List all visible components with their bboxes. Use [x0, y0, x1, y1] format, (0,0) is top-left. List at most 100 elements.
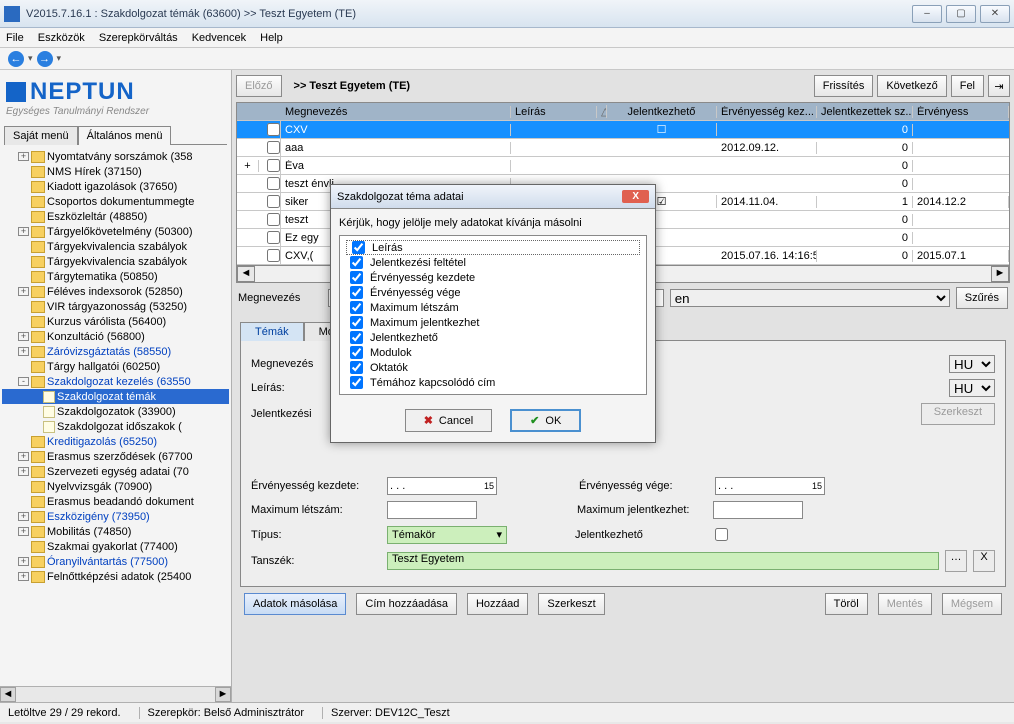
tree-item[interactable]: +Felnőttképzési adatok (25400 [2, 569, 229, 584]
menu-favorites[interactable]: Kedvencek [192, 32, 246, 44]
tree-item[interactable]: +Tárgyelőkövetelmény (50300) [2, 224, 229, 239]
tree-item[interactable]: Csoportos dokumentummegte [2, 194, 229, 209]
cancel-button[interactable]: Mégsem [942, 593, 1002, 615]
checklist-item[interactable]: Modulok [346, 345, 640, 360]
tree-item[interactable]: +Szervezeti egység adatai (70 [2, 464, 229, 479]
valid-to-input[interactable]: . . .15 [715, 477, 825, 495]
expander-icon[interactable] [18, 362, 29, 371]
tree-item[interactable]: Kiadott igazolások (37650) [2, 179, 229, 194]
checklist-checkbox[interactable] [350, 361, 363, 374]
tab-general-menu[interactable]: Általános menü [78, 126, 172, 145]
expander-icon[interactable] [18, 497, 29, 506]
checklist-item[interactable]: Témához kapcsolódó cím [346, 375, 640, 390]
maximize-button[interactable]: ▢ [946, 5, 976, 23]
tree-item[interactable]: +Nyomtatvány sorszámok (358 [2, 149, 229, 164]
add-button[interactable]: Hozzáad [467, 593, 528, 615]
pin-button[interactable]: ⇥ [988, 75, 1010, 97]
expander-icon[interactable]: + [18, 227, 29, 236]
next-button[interactable]: Következő [877, 75, 946, 97]
row-checkbox[interactable] [259, 138, 281, 157]
expander-icon[interactable]: + [18, 332, 29, 341]
tree-item[interactable]: VIR tárgyazonosság (53250) [2, 299, 229, 314]
checklist-item[interactable]: Oktatók [346, 360, 640, 375]
expander-icon[interactable] [30, 392, 41, 401]
refresh-button[interactable]: Frissítés [814, 75, 874, 97]
tree-item[interactable]: -Szakdolgozat kezelés (63550 [2, 374, 229, 389]
col-name[interactable]: Megnevezés [281, 106, 511, 118]
calendar-icon[interactable]: 15 [484, 481, 494, 491]
up-button[interactable]: Fel [951, 75, 984, 97]
checklist-checkbox[interactable] [350, 346, 363, 359]
nav-back-button[interactable]: ← [6, 50, 26, 68]
tree-item[interactable]: +Óranyilvántartás (77500) [2, 554, 229, 569]
tree-item[interactable]: Tárgyekvivalencia szabályok [2, 239, 229, 254]
expander-icon[interactable] [18, 542, 29, 551]
checklist-item[interactable]: Jelentkezhető [346, 330, 640, 345]
checklist-checkbox[interactable] [350, 376, 363, 389]
menu-file[interactable]: File [6, 32, 24, 44]
checklist-checkbox[interactable] [350, 331, 363, 344]
form-edit-button[interactable]: Szerkeszt [921, 403, 995, 425]
nav-forward-button[interactable]: → [35, 50, 55, 68]
tree-item[interactable]: +Erasmus szerződések (67700 [2, 449, 229, 464]
expander-icon[interactable] [30, 407, 41, 416]
dept-clear-button[interactable]: X [973, 550, 995, 572]
tree-item[interactable]: Szakdolgozatok (33900) [2, 404, 229, 419]
col-valid-from[interactable]: Érvényesség kez... [717, 106, 817, 118]
tree-hscroll[interactable]: ◄ ► [0, 686, 231, 702]
checklist-item[interactable]: Érvényesség kezdete [346, 270, 640, 285]
expander-icon[interactable] [18, 302, 29, 311]
checklist-checkbox[interactable] [350, 286, 363, 299]
checklist-item[interactable]: Leírás [346, 240, 640, 255]
dept-browse-button[interactable]: … [945, 550, 967, 572]
expander-icon[interactable] [30, 422, 41, 431]
tree-item[interactable]: +Féléves indexsorok (52850) [2, 284, 229, 299]
row-checkbox[interactable] [259, 228, 281, 247]
tree-item[interactable]: Szakmai gyakorlat (77400) [2, 539, 229, 554]
checklist-checkbox[interactable] [350, 271, 363, 284]
expander-icon[interactable] [18, 272, 29, 281]
edit-button[interactable]: Szerkeszt [538, 593, 604, 615]
minimize-button[interactable]: – [912, 5, 942, 23]
max-apply-input[interactable] [713, 501, 803, 519]
add-title-button[interactable]: Cím hozzáadása [356, 593, 457, 615]
expander-icon[interactable] [18, 197, 29, 206]
tree-item[interactable]: NMS Hírek (37150) [2, 164, 229, 179]
col-valid-to[interactable]: Érvényess [913, 106, 1009, 118]
tree-item[interactable]: Szakdolgozat időszakok ( [2, 419, 229, 434]
tree-item[interactable]: Erasmus beadandó dokument [2, 494, 229, 509]
dept-field[interactable]: Teszt Egyetem [387, 552, 939, 570]
sort-icon[interactable]: △ [597, 105, 607, 118]
applicable-checkbox[interactable] [715, 528, 728, 541]
checklist-checkbox[interactable] [350, 301, 363, 314]
tree-item[interactable]: Tárgy hallgatói (60250) [2, 359, 229, 374]
tree-item[interactable]: +Záróvizsgáztatás (58550) [2, 344, 229, 359]
menu-roleswitch[interactable]: Szerepkörváltás [99, 32, 178, 44]
expander-icon[interactable] [18, 437, 29, 446]
tree-item[interactable]: Tárgytematika (50850) [2, 269, 229, 284]
expander-icon[interactable] [18, 257, 29, 266]
checklist-item[interactable]: Jelentkezési feltétel [346, 255, 640, 270]
checklist-item[interactable]: Maximum létszám [346, 300, 640, 315]
close-button[interactable]: ✕ [980, 5, 1010, 23]
expander-icon[interactable]: + [18, 527, 29, 536]
dialog-cancel-button[interactable]: ✖ Cancel [405, 409, 492, 432]
tree-item[interactable]: Nyelvvizsgák (70900) [2, 479, 229, 494]
table-row[interactable]: CXV☐0 [237, 121, 1009, 139]
tree-item[interactable]: Tárgyekvivalencia szabályok [2, 254, 229, 269]
tab-temak[interactable]: Témák [240, 322, 304, 341]
prev-button[interactable]: Előző [236, 75, 282, 97]
delete-button[interactable]: Töröl [825, 593, 868, 615]
calendar-icon[interactable]: 15 [812, 481, 822, 491]
tree-item[interactable]: Szakdolgozat témák [2, 389, 229, 404]
tree-item[interactable]: +Eszközigény (73950) [2, 509, 229, 524]
menu-help[interactable]: Help [260, 32, 283, 44]
checklist-checkbox[interactable] [350, 316, 363, 329]
expander-icon[interactable] [18, 182, 29, 191]
table-row[interactable]: aaa2012.09.12.0 [237, 139, 1009, 157]
expander-icon[interactable]: + [18, 152, 29, 161]
checklist-checkbox[interactable] [352, 241, 365, 254]
col-applicable[interactable]: Jelentkezhető [607, 106, 717, 118]
tree-item[interactable]: Kurzus várólista (56400) [2, 314, 229, 329]
tree-item[interactable]: +Mobilitás (74850) [2, 524, 229, 539]
